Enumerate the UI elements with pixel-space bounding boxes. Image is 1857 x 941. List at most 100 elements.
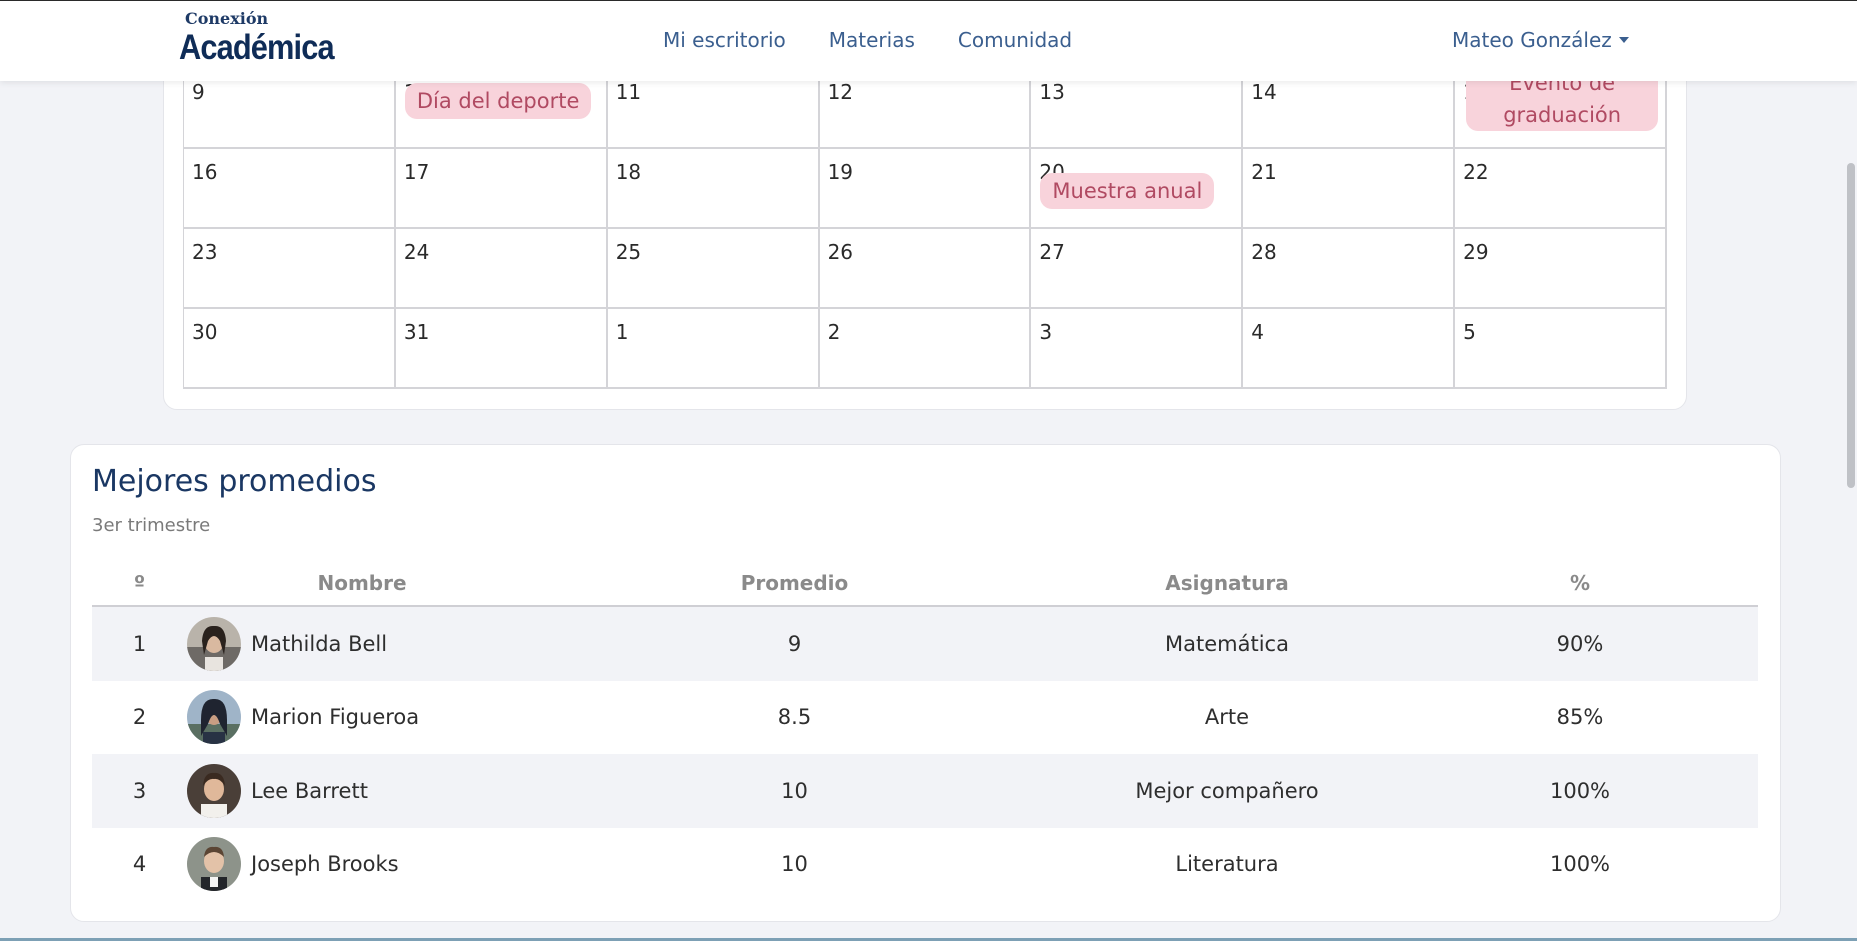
student-subject: Arte	[1204, 705, 1250, 730]
calendar-day[interactable]: 31	[395, 309, 608, 389]
column-header-name[interactable]: Nombre	[187, 571, 537, 595]
day-number: 13	[1039, 80, 1065, 104]
student-name: Joseph Brooks	[251, 852, 399, 877]
calendar-day[interactable]: 24	[395, 229, 608, 309]
day-number: 14	[1251, 80, 1277, 104]
calendar-day[interactable]: 23	[184, 229, 396, 309]
calendar-day[interactable]: 19	[819, 149, 1032, 229]
day-number: 18	[615, 160, 642, 184]
rank-position: 4	[132, 852, 147, 877]
student-average: 10	[781, 852, 808, 877]
day-number: 31	[403, 320, 430, 344]
day-number: 19	[827, 160, 854, 184]
student-percent: 85%	[1556, 705, 1604, 730]
calendar-day[interactable]: 11	[607, 69, 820, 149]
logo-top-text: Conexión	[185, 9, 269, 28]
day-number: 3	[1039, 320, 1053, 344]
calendar-day[interactable]: 20 Muestra anual	[1031, 149, 1244, 229]
rankings-subtitle: 3er trimestre	[92, 515, 211, 536]
avatar	[187, 690, 241, 745]
table-row[interactable]: 4 Joseph Brooks 10 Literatura 100%	[92, 828, 1758, 902]
table-row[interactable]: 2 Marion Figueroa 8.5 Arte 85%	[92, 681, 1758, 755]
column-header-average[interactable]: Promedio	[537, 571, 1052, 595]
main-nav: Mi escritorio Materias Comunidad	[663, 28, 1072, 52]
calendar-day[interactable]: 14	[1243, 69, 1456, 149]
calendar-day[interactable]: 30	[184, 309, 396, 389]
calendar-day[interactable]: 2	[819, 309, 1032, 389]
calendar-day[interactable]: 15 Evento de graduación	[1455, 67, 1667, 149]
student-subject: Mejor compañero	[1135, 778, 1319, 803]
nav-link-comunidad[interactable]: Comunidad	[958, 28, 1072, 52]
day-number: 28	[1251, 240, 1277, 264]
calendar-day[interactable]: 13	[1031, 69, 1244, 149]
student-name: Lee Barrett	[251, 778, 368, 803]
student-percent: 90%	[1556, 631, 1604, 656]
avatar	[187, 616, 241, 671]
day-number: 12	[827, 80, 854, 104]
calendar-day[interactable]: 22	[1455, 149, 1667, 229]
calendar-day[interactable]: 18	[607, 149, 820, 229]
user-name: Mateo González	[1452, 28, 1612, 52]
table-header: º Nombre Promedio Asignatura %	[92, 560, 1758, 607]
day-number: 9	[192, 80, 205, 104]
app-logo[interactable]: Conexión Académica	[179, 9, 355, 67]
calendar-day[interactable]: 9	[184, 69, 396, 149]
day-number: 11	[615, 80, 642, 104]
scrollbar-thumb[interactable]	[1847, 163, 1855, 488]
day-number: 25	[615, 240, 642, 264]
student-percent: 100%	[1549, 852, 1611, 877]
calendar-day[interactable]: 5	[1455, 309, 1667, 389]
calendar-day[interactable]: 1	[607, 309, 820, 389]
user-menu-dropdown[interactable]: Mateo González	[1452, 28, 1629, 52]
logo-main-text: Académica	[179, 28, 335, 67]
calendar-day[interactable]: 25	[607, 229, 820, 309]
day-number: 16	[192, 160, 218, 184]
top-navbar: Conexión Académica Mi escritorio Materia…	[0, 0, 1857, 81]
day-number: 1	[615, 320, 629, 344]
calendar-day[interactable]: 17	[395, 149, 608, 229]
calendar-day[interactable]: 21	[1243, 149, 1456, 229]
day-number: 21	[1251, 160, 1277, 184]
day-number: 2	[827, 320, 841, 344]
event-dia-del-deporte[interactable]: Día del deporte	[404, 83, 592, 119]
column-header-subject[interactable]: Asignatura	[1052, 571, 1402, 595]
student-cell: Mathilda Bell	[187, 616, 537, 671]
day-number: 30	[192, 320, 218, 344]
student-subject: Matemática	[1165, 631, 1289, 656]
calendar-day[interactable]: 28	[1243, 229, 1456, 309]
calendar-day[interactable]: 29	[1455, 229, 1667, 309]
calendar-day[interactable]: 12	[819, 69, 1032, 149]
caret-down-icon	[1618, 37, 1629, 43]
event-muestra-anual[interactable]: Muestra anual	[1040, 173, 1215, 209]
avatar	[187, 763, 241, 818]
student-average: 10	[781, 778, 808, 803]
calendar-day[interactable]: 4	[1243, 309, 1456, 389]
student-cell: Joseph Brooks	[187, 837, 537, 892]
rank-position: 1	[132, 631, 147, 656]
student-name: Mathilda Bell	[251, 631, 388, 656]
day-number: 29	[1463, 240, 1489, 264]
calendar-day[interactable]: 26	[819, 229, 1032, 309]
rank-position: 2	[132, 705, 147, 730]
calendar-day[interactable]: 27	[1031, 229, 1244, 309]
table-row[interactable]: 1 Mathilda Bell 9 Matemática 90%	[92, 607, 1758, 681]
day-number: 5	[1463, 320, 1476, 344]
rank-position: 3	[132, 778, 147, 803]
student-average: 9	[787, 631, 802, 656]
day-number: 26	[827, 240, 854, 264]
day-number: 17	[403, 160, 430, 184]
table-row[interactable]: 3 Lee Barrett 10 Mejor compañero 100%	[92, 754, 1758, 828]
student-name: Marion Figueroa	[251, 705, 420, 730]
column-header-position[interactable]: º	[92, 571, 187, 595]
column-header-percent[interactable]: %	[1402, 571, 1758, 595]
rankings-title: Mejores promedios	[92, 464, 377, 499]
student-subject: Literatura	[1175, 852, 1279, 877]
student-average: 8.5	[777, 705, 812, 730]
calendar-day[interactable]: 3	[1031, 309, 1244, 389]
calendar-day[interactable]: 10 Día del deporte	[395, 69, 608, 149]
student-cell: Lee Barrett	[187, 763, 537, 818]
day-number: 4	[1251, 320, 1265, 344]
nav-link-materias[interactable]: Materias	[829, 28, 915, 52]
nav-link-mi-escritorio[interactable]: Mi escritorio	[663, 28, 786, 52]
calendar-day[interactable]: 16	[184, 149, 396, 229]
